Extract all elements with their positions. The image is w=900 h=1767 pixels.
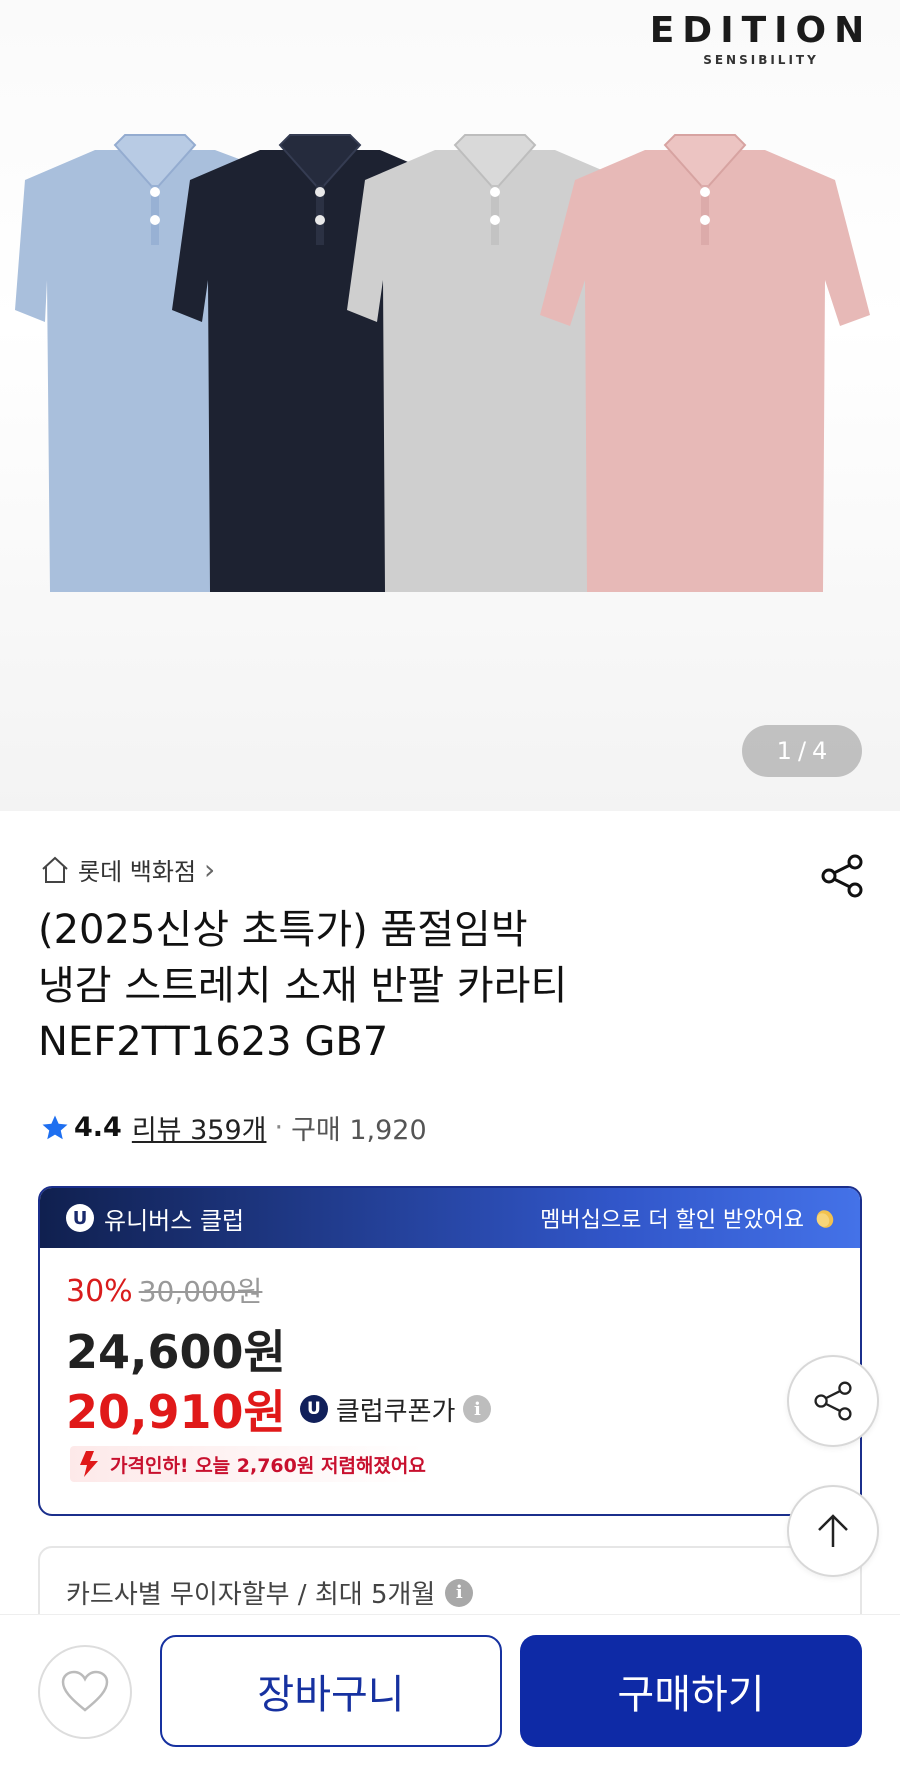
buy-now-button[interactable]: 구매하기	[520, 1635, 862, 1747]
rating-score: 4.4	[74, 1112, 122, 1143]
discount-percent: 30%	[66, 1274, 133, 1309]
original-price: 30,000원	[138, 1275, 263, 1308]
coupon-price: 20,910원	[66, 1385, 286, 1439]
purchase-count: 구매 1,920	[291, 1115, 427, 1146]
shirt-pink	[540, 134, 870, 592]
product-title-line: (2025신상 초특가) 품절임박	[38, 907, 528, 953]
club-message: 멤버십으로 더 할인 받았어요	[540, 1208, 804, 1233]
scroll-top-button[interactable]	[787, 1485, 879, 1577]
price-down-arrow-icon	[80, 1451, 98, 1477]
brand-name: EDITION	[649, 10, 873, 51]
review-link[interactable]: 리뷰 359개	[132, 1108, 267, 1147]
wishlist-button[interactable]	[38, 1645, 132, 1739]
arrow-up-icon	[818, 1514, 848, 1547]
product-image-carousel[interactable]: EDITION SENSIBILITY 1 / 4	[0, 0, 900, 811]
separator: ·	[274, 1112, 284, 1143]
product-image	[15, 134, 870, 592]
heart-icon	[61, 1670, 109, 1712]
chevron-right-icon: ›	[204, 853, 216, 886]
add-to-cart-button[interactable]: 장바구니	[160, 1635, 502, 1747]
brand-logo: EDITION SENSIBILITY	[646, 10, 876, 67]
club-name: 유니버스 클럽	[104, 1206, 245, 1235]
image-total: 4	[812, 737, 828, 765]
club-banner[interactable]: U 유니버스 클럽 멤버십으로 더 할인 받았어요	[40, 1188, 860, 1248]
price-drop-banner: 가격인하! 오늘 2,760원 저렴해졌어요	[70, 1446, 442, 1482]
coupon-price-row: 20,910원 U 클럽쿠폰가 i	[66, 1376, 492, 1442]
product-title-line: 냉감 스트레치 소재 반팔 카라티	[38, 963, 568, 1009]
universe-club-icon: U	[66, 1204, 94, 1232]
coupon-label: 클럽쿠폰가	[335, 1396, 456, 1427]
price-drop-text: 가격인하! 오늘 2,760원 저렴해졌어요	[110, 1454, 426, 1477]
discount-row: 30% 30,000원	[66, 1270, 262, 1310]
product-title-line: NEF2TT1623 GB7	[38, 1019, 389, 1065]
seller-link[interactable]: 롯데 백화점 ›	[40, 852, 215, 887]
share-icon	[814, 1381, 852, 1421]
share-icon[interactable]	[818, 852, 866, 900]
brand-subtitle: SENSIBILITY	[703, 53, 819, 67]
home-icon	[42, 856, 68, 883]
price-box: U 유니버스 클럽 멤버십으로 더 할인 받았어요 30% 30,000원 24…	[38, 1186, 862, 1516]
image-counter: 1 / 4	[742, 725, 862, 777]
info-icon[interactable]: i	[463, 1395, 492, 1423]
info-icon[interactable]: i	[445, 1578, 474, 1607]
universe-club-icon: U	[299, 1395, 328, 1423]
seller-name: 롯데 백화점	[78, 858, 197, 886]
installment-text: 카드사별 무이자할부 / 최대 5개월	[66, 1580, 436, 1610]
image-counter-separator: /	[797, 737, 807, 765]
sale-price: 24,600원	[66, 1325, 286, 1379]
product-title: (2025신상 초특가) 품절임박 냉감 스트레치 소재 반팔 카라티 NEF2…	[38, 902, 798, 1070]
image-index: 1	[776, 737, 792, 765]
rating-row: 4.4 리뷰 359개 · 구매 1,920	[40, 1108, 427, 1147]
share-button[interactable]	[787, 1355, 879, 1447]
star-icon	[42, 1115, 68, 1139]
bottom-action-bar: 장바구니 구매하기	[0, 1614, 900, 1767]
clapping-hands-icon	[816, 1210, 834, 1228]
